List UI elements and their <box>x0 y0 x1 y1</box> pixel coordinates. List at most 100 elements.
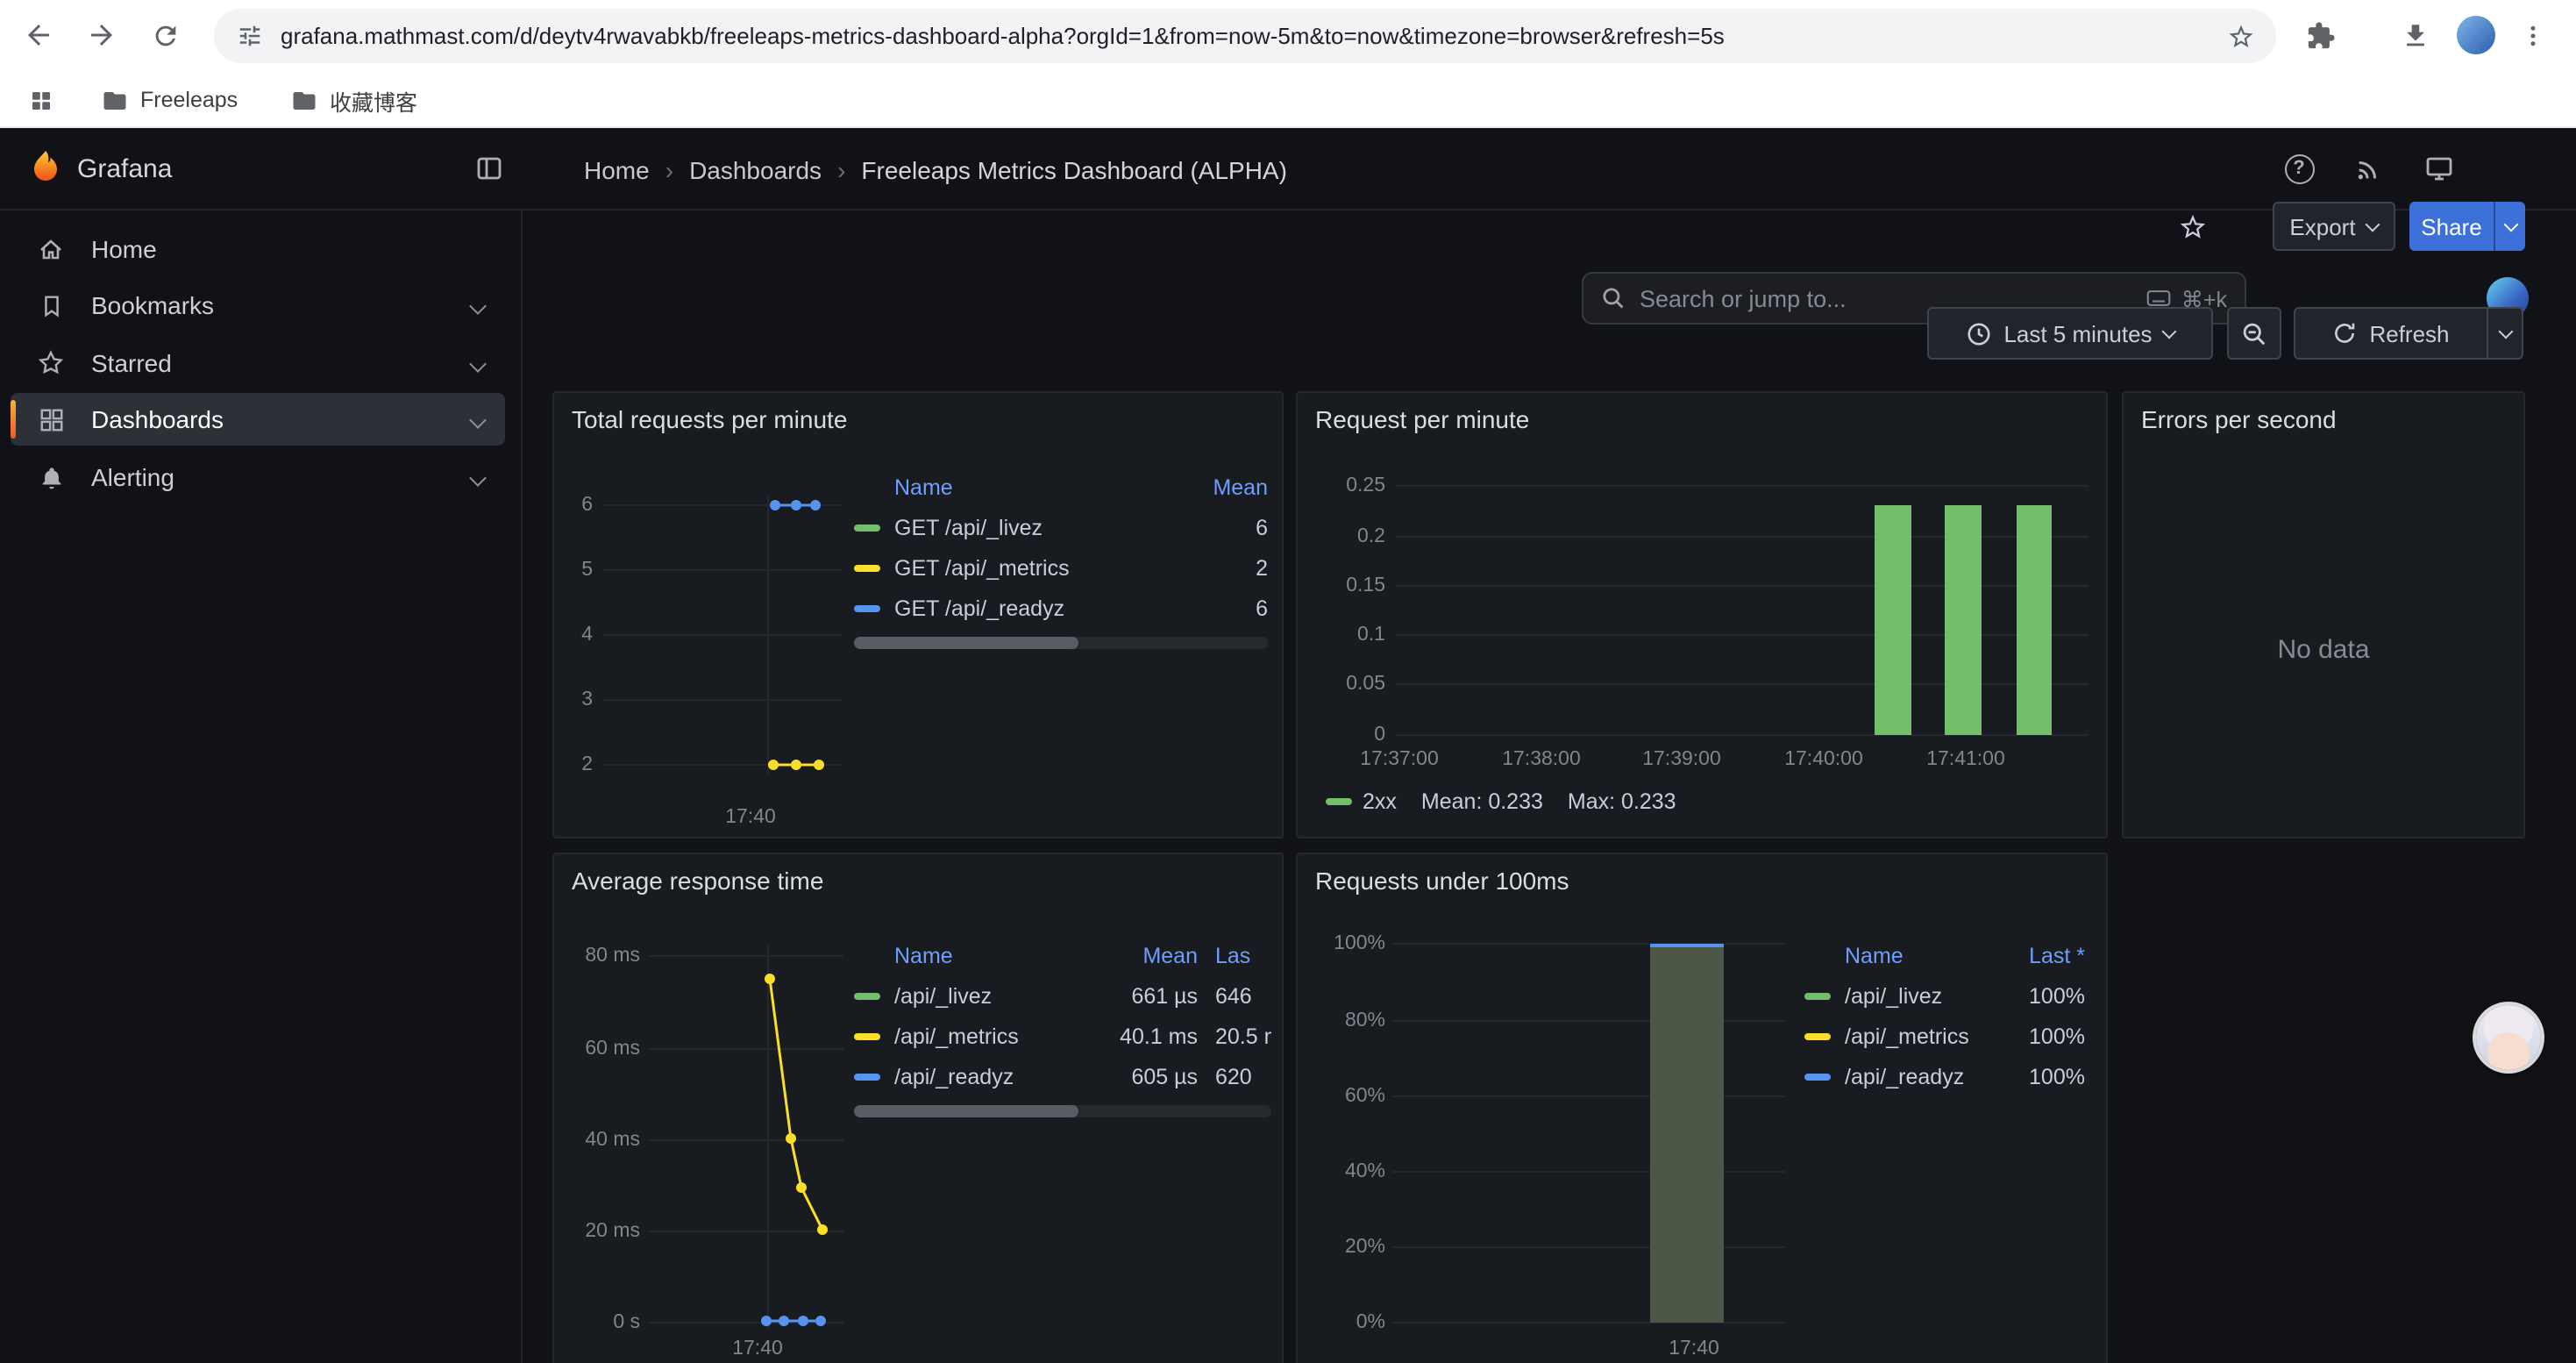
legend-header-last[interactable]: Las <box>1198 943 1271 967</box>
legend-header-mean[interactable]: Mean <box>1089 943 1198 967</box>
extensions-icon[interactable] <box>2294 9 2346 61</box>
series-mean: 2 <box>1180 555 1268 580</box>
scrollbar-thumb[interactable] <box>854 1105 1078 1117</box>
export-button[interactable]: Export <box>2273 202 2395 251</box>
assistant-avatar-overlay[interactable] <box>2476 1005 2541 1070</box>
display-kiosk-icon[interactable] <box>2413 142 2466 195</box>
refresh-interval-chevron[interactable] <box>2488 331 2522 336</box>
y-tick: 0.2 <box>1301 526 1385 547</box>
x-tick: 17:40 <box>714 1338 801 1359</box>
series-swatch-blue <box>1804 1073 1831 1080</box>
series-mean: 6 <box>1180 596 1268 620</box>
legend-header-name[interactable]: Name <box>854 943 1089 967</box>
series-toggle[interactable]: GET /api/_livez <box>854 515 1180 539</box>
series-mean: 661 µs <box>1089 983 1198 1008</box>
y-tick: 40% <box>1301 1161 1385 1182</box>
news-rss-icon[interactable] <box>2341 142 2394 195</box>
downloads-icon[interactable] <box>2388 9 2441 61</box>
sidebar-item-starred[interactable]: Starred <box>11 337 505 389</box>
grafana-logo[interactable] <box>26 149 65 196</box>
breadcrumb-home[interactable]: Home <box>584 155 650 183</box>
series-toggle[interactable]: /api/_readyz <box>1804 1064 1987 1088</box>
series-toggle[interactable]: GET /api/_metrics <box>854 555 1180 580</box>
legend-row: /api/_livez 661 µs 646 <box>854 975 1271 1016</box>
series-max: Max: 0.233 <box>1568 789 1676 814</box>
series-toggle[interactable]: GET /api/_readyz <box>854 596 1180 620</box>
series-last: 646 <box>1198 983 1271 1008</box>
bookmark-folder-freeleaps[interactable]: Freeleaps <box>88 77 252 123</box>
series-swatch-green <box>1804 992 1831 999</box>
x-tick: 17:38:00 <box>1485 749 1598 770</box>
series-swatch-blue <box>854 604 880 611</box>
series-toggle[interactable]: /api/_readyz <box>854 1064 1089 1088</box>
zoom-out-button[interactable] <box>2227 307 2281 360</box>
chevron-down-icon[interactable] <box>469 411 487 429</box>
reload-button[interactable] <box>139 9 191 61</box>
forward-button[interactable] <box>75 9 128 61</box>
series-swatch-yellow <box>1804 1032 1831 1039</box>
help-icon[interactable]: ? <box>2273 142 2325 195</box>
sidebar-item-dashboards[interactable]: Dashboards <box>11 393 505 446</box>
bookmark-icon <box>25 292 77 318</box>
legend-header-name[interactable]: Name <box>854 475 1180 499</box>
series-last: 100% <box>1987 1064 2085 1088</box>
scrollbar-thumb[interactable] <box>854 637 1078 649</box>
series-toggle[interactable]: 2xx <box>1363 789 1397 814</box>
browser-menu-icon[interactable] <box>2506 9 2558 61</box>
y-tick: 60% <box>1301 1086 1385 1107</box>
browser-toolbar: grafana.mathmast.com/d/deytv4rwavabkb/fr… <box>0 0 2576 72</box>
legend-header-last[interactable]: Last * <box>1987 943 2085 967</box>
series-swatch-blue <box>854 1073 880 1080</box>
folder-icon <box>291 87 317 113</box>
legend-row: /api/_readyz 100% <box>1804 1056 2085 1096</box>
apps-grid-icon[interactable] <box>14 77 68 123</box>
series-mean: 605 µs <box>1089 1064 1198 1088</box>
y-tick: 0.05 <box>1301 674 1385 695</box>
legend-header-mean[interactable]: Mean <box>1180 475 1268 499</box>
share-label: Share <box>2409 213 2494 239</box>
panel-title[interactable]: Errors per second <box>2141 405 2337 433</box>
grafana-header: Grafana Home › Dashboards › Freeleaps Me… <box>0 128 2576 211</box>
breadcrumb-current: Freeleaps Metrics Dashboard (ALPHA) <box>861 155 1287 183</box>
chevron-down-icon[interactable] <box>469 355 487 373</box>
bookmark-star-icon[interactable] <box>2227 22 2255 50</box>
dock-menu-icon[interactable] <box>463 142 516 195</box>
chevron-down-icon[interactable] <box>469 469 487 487</box>
series-toggle[interactable]: /api/_metrics <box>854 1024 1089 1048</box>
refresh-icon <box>2332 321 2357 346</box>
site-settings-icon[interactable] <box>237 23 263 49</box>
bell-icon <box>25 464 77 490</box>
series-toggle[interactable]: /api/_metrics <box>1804 1024 1987 1048</box>
x-tick: 17:41:00 <box>1910 749 2022 770</box>
legend-scrollbar[interactable] <box>854 637 1268 649</box>
series-toggle[interactable]: /api/_livez <box>1804 983 1987 1008</box>
bookmark-folder-blogs[interactable]: 收藏博客 <box>277 77 431 123</box>
share-button[interactable]: Share <box>2409 202 2525 251</box>
series-mean: Mean: 0.233 <box>1421 789 1543 814</box>
chevron-down-icon[interactable] <box>469 297 487 315</box>
browser-profile-avatar[interactable] <box>2450 9 2502 61</box>
refresh-button[interactable]: Refresh <box>2294 307 2523 360</box>
legend-scrollbar[interactable] <box>854 1105 1271 1117</box>
sidebar-item-label: Home <box>91 235 157 263</box>
legend-row: /api/_readyz 605 µs 620 <box>854 1056 1271 1096</box>
series-toggle[interactable]: /api/_livez <box>854 983 1089 1008</box>
sidebar-item-label: Alerting <box>91 463 174 491</box>
panel-total-requests: Total requests per minute 6 5 4 3 2 17:4… <box>552 391 1284 838</box>
favorite-star-button[interactable] <box>2167 202 2217 251</box>
sidebar-item-home[interactable]: Home <box>11 223 505 275</box>
series-swatch-yellow <box>854 1032 880 1039</box>
y-tick: 2 <box>558 754 593 775</box>
time-range-picker[interactable]: Last 5 minutes <box>1927 307 2213 360</box>
series-mean: 6 <box>1180 515 1268 539</box>
series-last: 620 <box>1198 1064 1271 1088</box>
sidebar-item-alerting[interactable]: Alerting <box>11 451 505 503</box>
sidebar-item-label: Dashboards <box>91 405 224 433</box>
sidebar-item-bookmarks[interactable]: Bookmarks <box>11 279 505 332</box>
legend-header-name[interactable]: Name <box>1804 943 1987 967</box>
share-menu-chevron[interactable] <box>2495 224 2525 229</box>
back-button[interactable] <box>12 9 65 61</box>
breadcrumb-dashboards[interactable]: Dashboards <box>689 155 822 183</box>
address-bar[interactable]: grafana.mathmast.com/d/deytv4rwavabkb/fr… <box>214 9 2276 63</box>
legend-row: GET /api/_readyz 6 <box>854 588 1268 628</box>
